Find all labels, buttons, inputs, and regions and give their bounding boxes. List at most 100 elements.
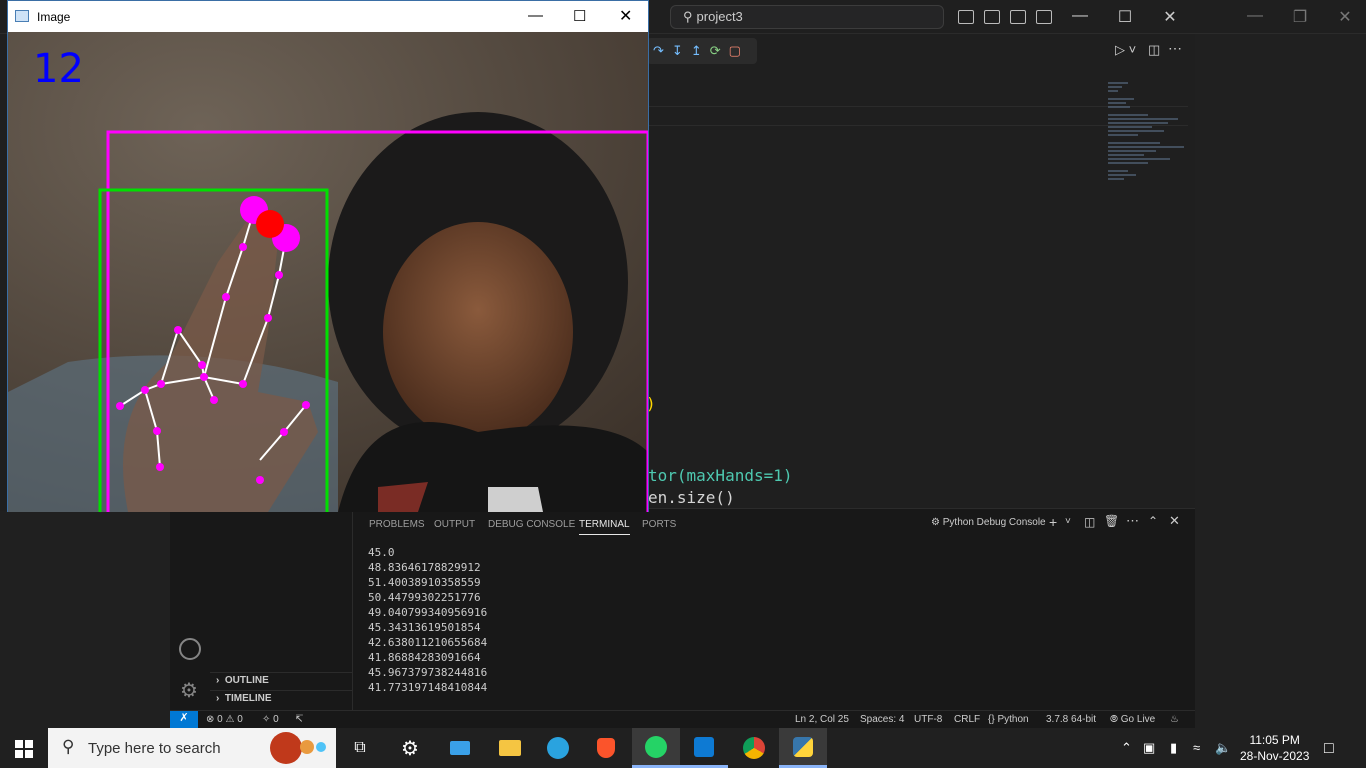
activity-bar: ⚙ bbox=[170, 508, 210, 710]
toggle-panel-icon[interactable] bbox=[984, 10, 1000, 24]
image-window-title-bar[interactable]: Image — ☐ ✕ bbox=[8, 1, 648, 32]
close-icon[interactable]: ✕ bbox=[619, 6, 632, 26]
laptop-app-icon[interactable] bbox=[436, 728, 484, 768]
tab-output[interactable]: OUTPUT bbox=[434, 519, 475, 530]
taskbar: ⚲ Type here to search ⧉ ⚙ ⌃ ▣ ▮ ≈ 🔈 11:0… bbox=[0, 728, 1366, 768]
maximize-panel-icon[interactable]: ⌃ bbox=[1148, 514, 1158, 528]
close-icon[interactable]: ✕ bbox=[1160, 7, 1180, 27]
step-into-icon[interactable]: ↧ bbox=[672, 43, 683, 59]
search-placeholder: Type here to search bbox=[88, 740, 221, 757]
terminal-output[interactable]: 45.0 48.83646178829912 51.40038910358559… bbox=[368, 545, 487, 695]
whatsapp-icon[interactable] bbox=[632, 728, 680, 768]
terminal-line: 41.86884283091664 bbox=[368, 651, 481, 664]
show-hidden-icons-icon[interactable]: ⌃ bbox=[1121, 740, 1132, 756]
errors-count: 0 bbox=[217, 714, 223, 725]
network-adapter-icon[interactable]: ▣ bbox=[1143, 740, 1155, 756]
desktop-minimize-icon[interactable]: — bbox=[1245, 7, 1265, 25]
terminal-dropdown-icon[interactable]: ˅ bbox=[1065, 516, 1071, 527]
current-line-highlight bbox=[648, 106, 1188, 126]
account-icon[interactable] bbox=[179, 638, 201, 660]
step-over-icon[interactable]: ↷ bbox=[653, 43, 664, 59]
brave-icon[interactable] bbox=[582, 728, 630, 768]
terminal-line: 45.34313619501854 bbox=[368, 621, 481, 634]
command-center[interactable]: ⚲ project3 bbox=[670, 5, 944, 29]
terminal-line: 50.44799302251776 bbox=[368, 591, 481, 604]
battery-icon[interactable]: ▮ bbox=[1170, 740, 1177, 756]
wifi-icon[interactable]: ≈ bbox=[1193, 740, 1200, 755]
code-line-1[interactable]: tor(maxHands=1) bbox=[648, 466, 793, 485]
timeline-label: TIMELINE bbox=[224, 693, 272, 704]
warnings-count: 0 bbox=[237, 714, 243, 725]
vscode-icon[interactable] bbox=[680, 728, 728, 768]
outline-label: OUTLINE bbox=[224, 675, 269, 686]
problems-status[interactable]: ⊗ 0 ⚠ 0 bbox=[206, 714, 243, 725]
desktop-restore-icon[interactable]: ❐ bbox=[1290, 7, 1310, 27]
toggle-secondary-sidebar-icon[interactable] bbox=[1010, 10, 1026, 24]
clock[interactable]: 11:05 PM 28-Nov-2023 bbox=[1240, 732, 1309, 764]
maximize-icon[interactable]: ☐ bbox=[573, 7, 586, 25]
cursor-position[interactable]: Ln 2, Col 25 bbox=[795, 714, 849, 725]
minimize-icon[interactable]: — bbox=[1070, 7, 1090, 25]
terminal-profile[interactable]: ⚙ Python Debug Console bbox=[931, 517, 1046, 528]
code-line-1-text: tor(maxHands=1) bbox=[648, 466, 793, 485]
trash-icon[interactable]: 🗑 bbox=[1104, 514, 1119, 528]
code-line-2[interactable]: en.size() bbox=[648, 488, 735, 507]
notifications-icon[interactable]: □ bbox=[1324, 740, 1334, 758]
tab-terminal[interactable]: TERMINAL bbox=[579, 519, 630, 535]
counter-text: 12 bbox=[33, 46, 84, 92]
tab-debug-console[interactable]: DEBUG CONSOLE bbox=[488, 519, 575, 530]
clock-date: 28-Nov-2023 bbox=[1240, 749, 1310, 763]
status-bar: ✗ ⊗ 0 ⚠ 0 ✧ 0 ↸ Ln 2, Col 25 Spaces: 4 U… bbox=[170, 710, 1195, 729]
minimap[interactable] bbox=[1108, 80, 1188, 230]
indentation-status[interactable]: Spaces: 4 bbox=[860, 714, 904, 725]
python-app-icon[interactable] bbox=[779, 728, 827, 768]
settings-gear-icon[interactable]: ⚙ bbox=[386, 728, 434, 768]
file-explorer-icon[interactable] bbox=[486, 728, 534, 768]
bottom-panel: PROBLEMS OUTPUT DEBUG CONSOLE TERMINAL P… bbox=[353, 508, 1195, 710]
ports-status[interactable]: ✧ 0 bbox=[262, 714, 279, 725]
planet-tiny-icon bbox=[316, 742, 326, 752]
outline-section[interactable]: › OUTLINE bbox=[210, 672, 353, 690]
more-actions-icon[interactable]: ⋯ bbox=[1168, 40, 1182, 57]
telegram-icon[interactable] bbox=[534, 728, 582, 768]
new-terminal-icon[interactable]: + bbox=[1049, 514, 1057, 530]
interpreter-status[interactable]: 3.7.8 64-bit bbox=[1046, 714, 1096, 725]
minimize-icon[interactable]: — bbox=[528, 7, 543, 24]
volume-icon[interactable]: 🔈 bbox=[1215, 740, 1231, 756]
notifications-bell-icon[interactable]: ♨ bbox=[1170, 714, 1179, 725]
terminal-line: 49.040799340956916 bbox=[368, 606, 488, 619]
panel-more-icon[interactable]: ⋯ bbox=[1126, 513, 1139, 529]
search-icon: ⚲ bbox=[62, 737, 75, 756]
go-live-button[interactable]: ⦾ Go Live bbox=[1110, 714, 1155, 725]
split-terminal-icon[interactable]: ◫ bbox=[1084, 515, 1095, 529]
timeline-section[interactable]: › TIMELINE bbox=[210, 690, 353, 708]
desktop-close-icon[interactable]: ✕ bbox=[1335, 7, 1355, 27]
restart-icon[interactable]: ⟳ bbox=[710, 43, 721, 59]
maximize-icon[interactable]: ☐ bbox=[1115, 7, 1135, 27]
windows-start-icon[interactable] bbox=[15, 740, 33, 758]
terminal-profile-label: Python Debug Console bbox=[942, 517, 1046, 528]
eol-status[interactable]: CRLF bbox=[954, 714, 980, 725]
chrome-icon[interactable] bbox=[730, 728, 778, 768]
language-status[interactable]: {} Python bbox=[988, 714, 1029, 725]
desktop-background-left bbox=[0, 511, 170, 728]
run-icon[interactable]: ▷ ˅ bbox=[1115, 42, 1136, 58]
remote-indicator-icon[interactable]: ✗ bbox=[170, 711, 198, 729]
customize-layout-icon[interactable] bbox=[1036, 10, 1052, 24]
toggle-primary-sidebar-icon[interactable] bbox=[958, 10, 974, 24]
taskbar-search[interactable]: ⚲ Type here to search bbox=[48, 728, 336, 768]
close-panel-icon[interactable]: ✕ bbox=[1169, 513, 1180, 529]
tab-problems[interactable]: PROBLEMS bbox=[369, 519, 425, 530]
planet-small-icon bbox=[300, 740, 314, 754]
debug-status-icon[interactable]: ↸ bbox=[295, 714, 303, 725]
stop-icon[interactable]: ▢ bbox=[729, 43, 741, 59]
terminal-line: 48.83646178829912 bbox=[368, 561, 481, 574]
task-view-icon[interactable]: ⧉ bbox=[336, 728, 384, 768]
terminal-line: 45.0 bbox=[368, 546, 395, 559]
tab-ports[interactable]: PORTS bbox=[642, 519, 676, 530]
search-icon: ⚲ bbox=[683, 9, 693, 24]
split-editor-icon[interactable]: ◫ bbox=[1148, 42, 1160, 58]
encoding-status[interactable]: UTF-8 bbox=[914, 714, 942, 725]
step-out-icon[interactable]: ↥ bbox=[691, 43, 702, 59]
manage-gear-icon[interactable]: ⚙ bbox=[180, 678, 198, 703]
